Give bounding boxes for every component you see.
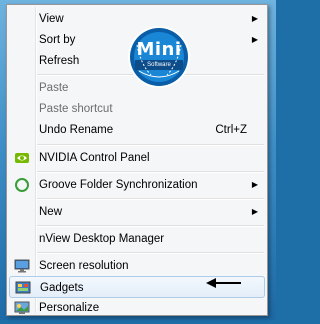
groove-sync-icon — [14, 177, 30, 193]
menu-item-label: Sort by — [39, 34, 76, 46]
left-arrow-icon — [206, 276, 242, 288]
menu-item-label: Paste — [39, 82, 69, 94]
menu-item-undo-rename[interactable]: Undo Rename Ctrl+Z — [9, 119, 265, 141]
menu-item-groove-folder-sync[interactable]: Groove Folder Synchronization ▶ — [9, 174, 265, 196]
menu-item-label: NVIDIA Control Panel — [39, 152, 150, 164]
submenu-arrow-icon: ▶ — [251, 207, 258, 216]
menu-item-personalize[interactable]: Personalize — [9, 297, 265, 319]
menu-item-label: Gadgets — [40, 282, 84, 294]
menu-item-nvidia-control-panel[interactable]: NVIDIA Control Panel — [9, 147, 265, 169]
menu-item-label: Personalize — [39, 302, 100, 314]
logo-subtitle: Software — [147, 62, 171, 68]
menu-item-paste-shortcut[interactable]: Paste shortcut — [9, 98, 265, 120]
menu-item-label: nView Desktop Manager — [39, 233, 165, 245]
menu-item-screen-resolution[interactable]: Screen resolution — [9, 255, 265, 277]
menu-separator — [37, 252, 264, 254]
menu-item-label: Screen resolution — [39, 260, 129, 272]
menu-separator — [37, 171, 264, 173]
menu-item-nview-desktop-manager[interactable]: nView Desktop Manager — [9, 228, 265, 250]
submenu-arrow-icon: ▶ — [251, 180, 258, 189]
menu-item-label: Refresh — [39, 55, 80, 67]
menu-separator — [37, 225, 264, 227]
monitor-icon — [14, 258, 30, 274]
nvidia-icon — [14, 150, 30, 166]
mini-software-logo: Mini Software — [127, 25, 191, 89]
menu-item-label: View — [39, 13, 64, 25]
menu-item-shortcut: Ctrl+Z — [215, 124, 247, 136]
menu-item-label: Groove Folder Synchronization — [39, 179, 198, 191]
menu-separator — [37, 198, 264, 200]
submenu-arrow-icon: ▶ — [251, 35, 258, 44]
logo-title: Mini — [136, 39, 182, 60]
menu-item-label: Undo Rename — [39, 124, 114, 136]
submenu-arrow-icon: ▶ — [251, 14, 258, 23]
menu-item-label: New — [39, 206, 63, 218]
gadgets-icon — [15, 280, 31, 296]
menu-item-label: Paste shortcut — [39, 103, 113, 115]
personalize-icon — [14, 300, 30, 316]
menu-separator — [37, 144, 264, 146]
menu-item-new[interactable]: New ▶ — [9, 201, 265, 223]
